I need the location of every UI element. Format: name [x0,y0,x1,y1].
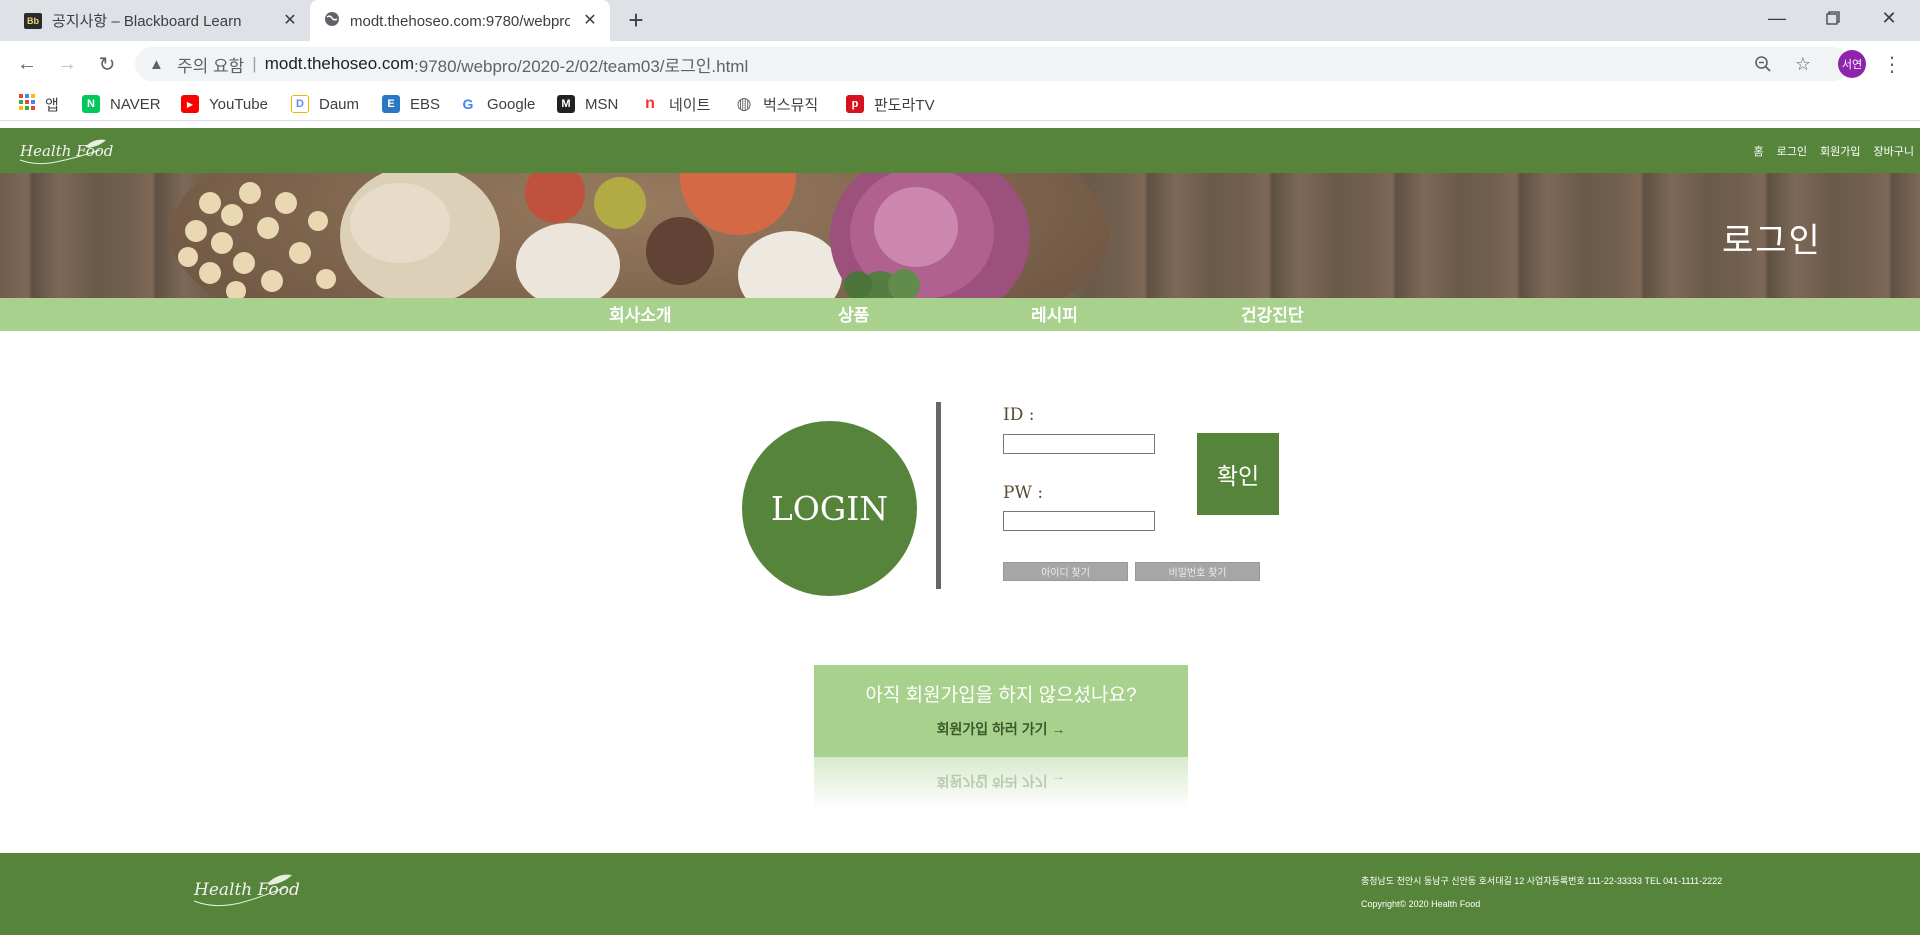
globe-icon [324,11,340,31]
bookmark-label: 판도라TV [874,96,935,114]
bookmark-apps[interactable]: 앱 [19,87,59,121]
bookmark-pandoratv[interactable]: p 판도라TV [846,87,935,121]
zoom-out-icon[interactable] [1748,47,1778,81]
tab-active-page[interactable]: modt.thehoseo.com:9780/webpro/2020-2/02/… [310,0,610,41]
nav-item-company[interactable]: 회사소개 [609,301,672,326]
youtube-icon: ▶ [181,95,199,113]
nav-item-products[interactable]: 상품 [838,301,869,326]
bookmark-label: 앱 [45,96,59,114]
signup-link[interactable]: 회원가입 하러 가기 → [814,719,1188,739]
daum-icon: D [291,95,309,113]
id-input[interactable] [1003,434,1155,454]
site-footer: Health Food 충청남도 천안시 동남구 신안동 호서대길 12 사업자… [0,853,1920,935]
profile-avatar[interactable]: 서연 [1838,50,1866,78]
window-close-icon[interactable]: ✕ [1866,0,1912,36]
header-link-home[interactable]: 홈 [1754,143,1764,159]
svg-text:Health Food: Health Food [19,142,113,160]
bookmark-google[interactable]: G Google [459,87,535,121]
close-icon[interactable]: ✕ [580,10,600,30]
url-path: :9780/webpro/2020-2/02/team03/로그인.html [414,56,749,76]
bookmark-youtube[interactable]: ▶ YouTube [181,87,268,121]
pandoratv-icon: p [846,95,864,113]
bookmark-label: 네이트 [669,96,711,114]
bookmarks-bar: 앱 N NAVER ▶ YouTube D Daum E EBS G Googl… [0,87,1920,121]
blackboard-icon: Bb [24,12,42,29]
tab-title: 공지사항 – Blackboard Learn [52,13,242,30]
divider [936,402,941,589]
header-link-signup[interactable]: 회원가입 [1820,143,1860,159]
new-tab-button[interactable]: + [622,6,650,34]
naver-icon: N [82,95,100,113]
forward-arrow-icon[interactable]: → [52,49,82,79]
msn-icon: M [557,95,575,113]
bookmark-label: MSN [585,95,619,113]
reload-icon[interactable]: ↻ [92,49,122,79]
bookmark-label: Daum [319,95,360,113]
bookmark-label: 벅스뮤직 [763,96,819,114]
banner-title: 로그인 [1722,221,1822,261]
bookmark-label: Google [487,95,536,113]
address-separator: | [252,54,257,73]
id-label: ID : [1003,405,1035,425]
close-icon[interactable]: ✕ [280,10,300,30]
bookmark-daum[interactable]: D Daum [291,87,359,121]
browser-tab-strip: Bb 공지사항 – Blackboard Learn ✕ modt.thehos… [0,0,1920,41]
find-password-button[interactable]: 비밀번호 찾기 [1135,562,1260,581]
bookmark-bugs[interactable]: ◍ 벅스뮤직 [735,87,818,121]
tab-title: modt.thehoseo.com:9780/webpro/2020-2/02/… [350,13,570,30]
header-link-login[interactable]: 로그인 [1777,143,1807,159]
login-badge: LOGIN [742,421,917,596]
bookmark-label: YouTube [209,95,268,113]
apps-grid-icon [19,94,35,114]
health-food-logo[interactable]: Health Food [16,134,116,168]
hero-banner: 로그인 [0,173,1920,298]
pw-label: PW : [1003,483,1044,503]
footer-copyright: Copyright© 2020 Health Food [1361,899,1481,909]
menu-kebab-icon[interactable]: ⋮ [1880,49,1904,79]
header-link-cart[interactable]: 장바구니 [1874,143,1914,159]
vegetables-image [0,173,1920,298]
nate-icon: n [641,95,659,113]
tab-blackboard[interactable]: Bb 공지사항 – Blackboard Learn ✕ [10,0,310,41]
warning-icon[interactable]: ▲ [149,56,167,73]
svg-text:Health Food: Health Food [193,880,300,900]
browser-toolbar: ← → ↻ ▲ 주의 요함 | modt.thehoseo.com :9780/… [0,41,1920,87]
bookmark-label: NAVER [110,95,161,113]
signup-reflection: 회원가입 하러 가기 → [814,757,1188,809]
nav-item-health-check[interactable]: 건강진단 [1241,301,1304,326]
password-input[interactable] [1003,511,1155,531]
footer-address: 충청남도 천안시 동남구 신안동 호서대길 12 사업자등록번호 111-22-… [1361,876,1723,886]
bookmark-star-icon[interactable]: ☆ [1788,47,1818,81]
signup-question: 아직 회원가입을 하지 않으셨나요? [865,685,1137,706]
signup-link-reflection: 회원가입 하러 가기 → [936,773,1066,789]
url-host: modt.thehoseo.com [264,54,415,73]
signup-prompt[interactable]: 아직 회원가입을 하지 않으셨나요? 회원가입 하러 가기 → [814,665,1188,757]
google-icon: G [459,95,477,113]
address-bar[interactable]: ▲ 주의 요함 | modt.thehoseo.com :9780/webpro… [135,47,1850,81]
bookmark-ebs[interactable]: E EBS [382,87,440,121]
bookmark-label: EBS [410,95,441,113]
back-arrow-icon[interactable]: ← [12,49,42,79]
globe-icon: ◍ [735,94,753,113]
bookmark-msn[interactable]: M MSN [557,87,618,121]
security-label[interactable]: 주의 요함 [177,52,244,77]
bookmark-naver[interactable]: N NAVER [82,87,161,121]
footer-logo[interactable]: Health Food [190,867,300,911]
site-header: Health Food 홈 로그인 회원가입 장바구니 [0,128,1920,173]
restore-icon[interactable] [1810,0,1856,36]
nav-item-recipes[interactable]: 레시피 [1031,301,1078,326]
find-id-button[interactable]: 아이디 찾기 [1003,562,1128,581]
main-nav: 회사소개 상품 레시피 건강진단 [0,298,1920,331]
minimize-icon[interactable]: — [1754,0,1800,36]
bookmark-nate[interactable]: n 네이트 [641,87,710,121]
ebs-icon: E [382,95,400,113]
header-links: 홈 로그인 회원가입 장바구니 [1754,128,1914,173]
confirm-button[interactable]: 확인 [1197,433,1279,515]
